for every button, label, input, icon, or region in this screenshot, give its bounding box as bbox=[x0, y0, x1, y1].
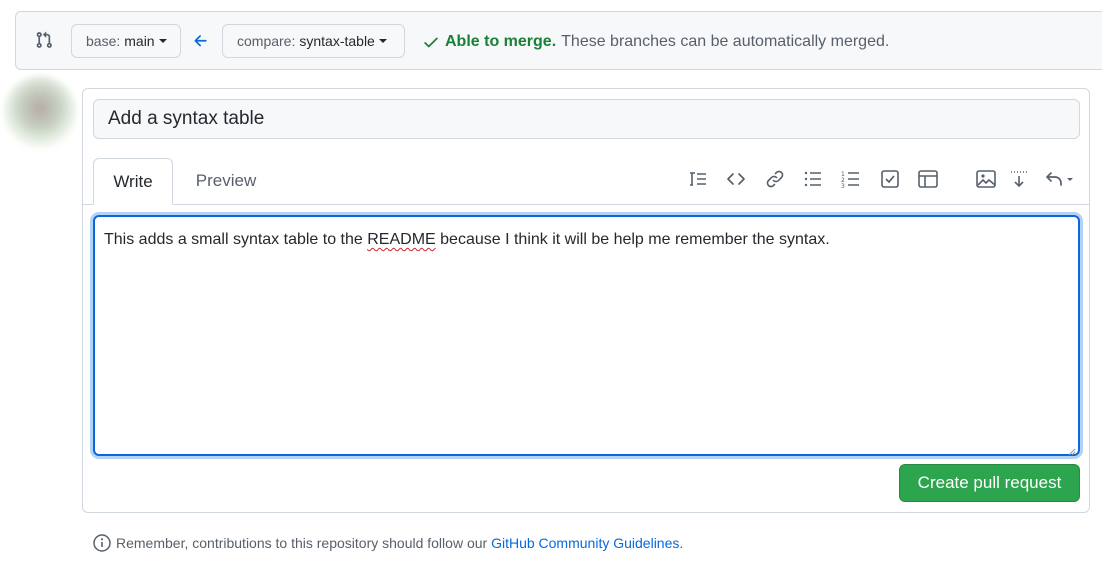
link-icon[interactable] bbox=[764, 168, 786, 190]
code-icon[interactable] bbox=[725, 168, 747, 190]
merge-status: Able to merge. These branches can be aut… bbox=[422, 33, 889, 51]
base-prefix: base: bbox=[86, 33, 121, 49]
svg-text:3: 3 bbox=[841, 183, 845, 190]
resize-grip-icon[interactable] bbox=[1066, 442, 1076, 456]
community-guidelines-link[interactable]: GitHub Community Guidelines bbox=[491, 535, 679, 551]
note-text: Remember, contributions to this reposito… bbox=[116, 535, 488, 551]
task-list-icon[interactable] bbox=[879, 168, 901, 190]
create-pull-request-button[interactable]: Create pull request bbox=[899, 464, 1080, 502]
compare-branch-name: syntax-table bbox=[299, 33, 375, 49]
info-icon bbox=[92, 533, 112, 553]
image-icon[interactable] bbox=[975, 168, 997, 190]
pull-request-form: Write Preview 123 bbox=[82, 88, 1090, 513]
body-text-start: This adds a small syntax table to the bbox=[104, 231, 368, 248]
body-textarea[interactable]: This adds a small syntax table to the RE… bbox=[93, 215, 1080, 456]
note-end: . bbox=[679, 535, 684, 551]
compare-prefix: compare: bbox=[237, 33, 296, 49]
table-icon[interactable] bbox=[917, 168, 939, 190]
title-input[interactable] bbox=[93, 99, 1080, 139]
merge-status-description: These branches can be automatically merg… bbox=[561, 33, 890, 50]
body-text-end: because I think it will be help me remem… bbox=[435, 231, 830, 248]
pull-request-icon bbox=[35, 31, 53, 49]
avatar[interactable] bbox=[4, 76, 76, 148]
contribution-note: Remember, contributions to this reposito… bbox=[92, 533, 683, 553]
chevron-down-icon bbox=[158, 39, 167, 43]
tab-write[interactable]: Write bbox=[93, 158, 173, 205]
base-branch-name: main bbox=[124, 33, 155, 49]
body-text-misspelled: README bbox=[367, 231, 436, 248]
tab-preview[interactable]: Preview bbox=[183, 158, 269, 205]
base-branch-select[interactable]: base: main bbox=[71, 24, 181, 58]
chevron-down-icon bbox=[378, 39, 387, 43]
compare-branch-select[interactable]: compare: syntax-table bbox=[222, 24, 405, 58]
arrow-left-icon bbox=[192, 32, 210, 50]
saved-replies-icon[interactable] bbox=[1008, 168, 1030, 190]
heading-icon[interactable] bbox=[687, 168, 709, 190]
merge-status-label: Able to merge. bbox=[445, 33, 557, 50]
check-icon bbox=[422, 33, 440, 51]
compare-bar: base: main compare: syntax-table Able to… bbox=[15, 11, 1102, 70]
unordered-list-icon[interactable] bbox=[802, 168, 824, 190]
undo-icon[interactable] bbox=[1043, 168, 1077, 190]
ordered-list-icon[interactable]: 123 bbox=[840, 168, 862, 190]
